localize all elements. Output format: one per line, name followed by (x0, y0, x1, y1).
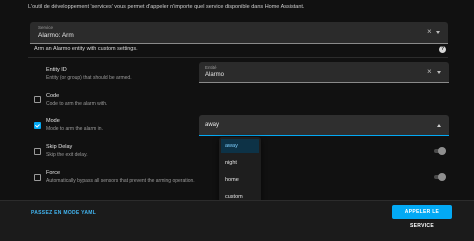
mode-option-home[interactable]: home (221, 173, 259, 187)
yaml-mode-link[interactable]: PASSEZ EN MODE YAML (31, 210, 96, 216)
mode-option-away[interactable]: away (221, 139, 259, 153)
skip-delay-title: Skip Delay (46, 144, 73, 150)
entity-field-value: Alarmo (205, 72, 225, 78)
clear-icon[interactable]: × (427, 68, 432, 76)
entity-field-label: Entité (205, 65, 217, 70)
code-checkbox[interactable] (34, 96, 41, 103)
help-icon[interactable]: ? (439, 46, 446, 53)
toggle-knob (438, 173, 446, 181)
toggle-knob (438, 147, 446, 155)
skip-delay-checkbox[interactable] (34, 148, 41, 155)
force-subtitle: Automatically bypass all sensors that pr… (46, 178, 195, 184)
mode-select-value: away (205, 122, 220, 128)
entity-title: Entity ID (46, 67, 67, 73)
mode-subtitle: Mode to arm the alarm in. (46, 126, 103, 132)
code-subtitle: Code to arm the alarm with. (46, 101, 108, 107)
divider (28, 57, 448, 58)
entity-field[interactable]: Entité Alarmo × (199, 62, 449, 83)
skip-delay-subtitle: Skip the exit delay. (46, 152, 88, 158)
intro-text: L'outil de développement 'services' vous… (28, 4, 305, 10)
force-title: Force (46, 170, 61, 176)
service-description: Arm an Alarmo entity with custom setting… (34, 46, 138, 52)
mode-dropdown-menu: away night home custom (219, 137, 261, 209)
entity-subtitle: Entity (or group) that should be armed. (46, 75, 132, 81)
mode-title: Mode (46, 118, 60, 124)
force-checkbox[interactable] (34, 174, 41, 181)
call-service-button[interactable]: APPELER LE SERVICE (392, 205, 452, 229)
force-toggle[interactable] (434, 173, 446, 181)
service-field-label: Service (38, 25, 54, 30)
clear-icon[interactable]: × (427, 28, 432, 36)
service-field[interactable]: Service Alarmo: Arm × (30, 22, 448, 44)
code-title: Code (46, 93, 60, 99)
chevron-down-icon[interactable] (436, 31, 440, 34)
skip-delay-toggle[interactable] (434, 147, 446, 155)
mode-checkbox[interactable] (34, 122, 41, 129)
mode-select[interactable]: away (199, 115, 449, 136)
footer-bar: PASSEZ EN MODE YAML APPELER LE SERVICE (0, 200, 474, 241)
chevron-up-icon[interactable] (437, 124, 441, 127)
service-field-value: Alarmo: Arm (38, 32, 74, 39)
chevron-down-icon[interactable] (437, 71, 441, 74)
mode-option-night[interactable]: night (221, 156, 259, 170)
